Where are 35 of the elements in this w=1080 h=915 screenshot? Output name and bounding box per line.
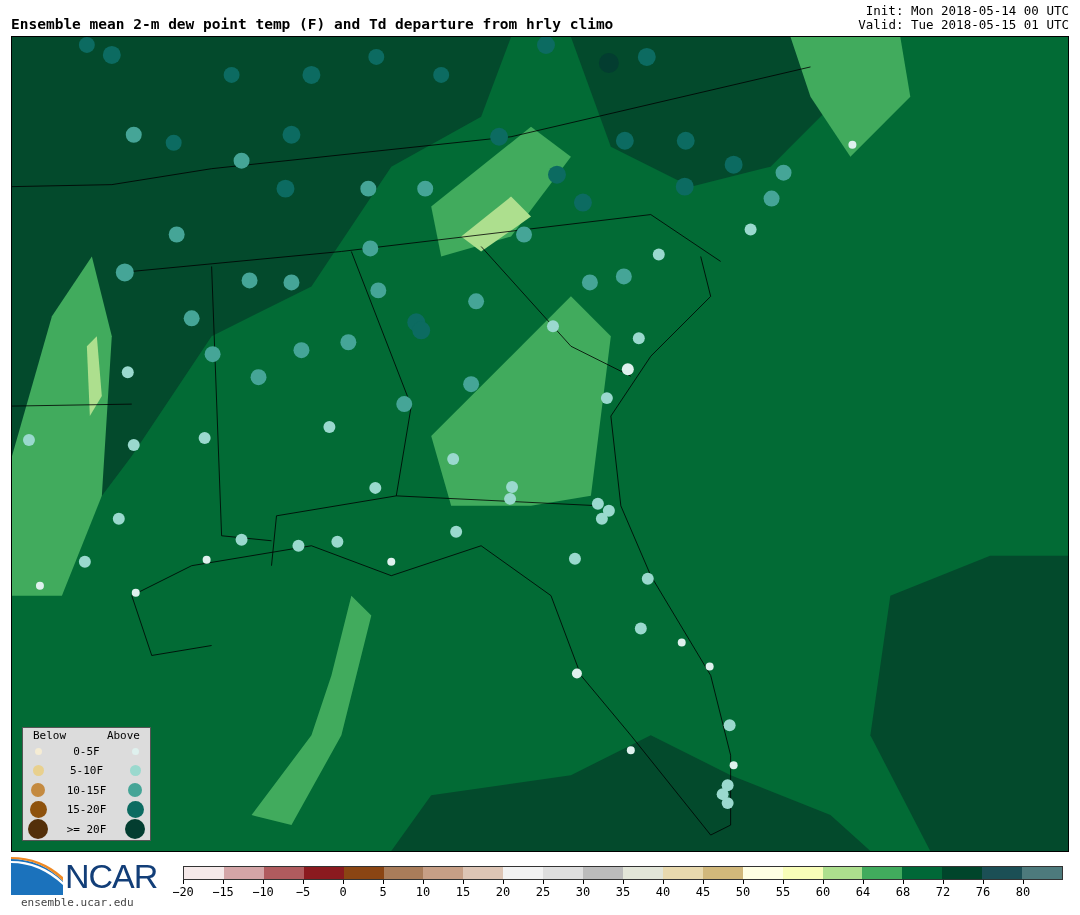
legend-label: 15-20F	[65, 802, 108, 816]
legend-label: 0-5F	[72, 745, 101, 759]
swoosh-logo-icon	[11, 857, 63, 895]
legend-label: 5-10F	[68, 764, 105, 778]
legend-heading: Below	[33, 729, 67, 742]
scale-tick-label: 50	[735, 885, 751, 899]
legend-label: 10-15F	[65, 783, 108, 797]
scale-tick-label: 55	[775, 885, 791, 899]
scale-tick-label: 0	[339, 885, 347, 899]
scale-tick-label: 72	[935, 885, 951, 899]
scale-tick-label: −15	[212, 885, 234, 899]
scale-tick-label: 60	[815, 885, 831, 899]
scale-tick-label: −20	[172, 885, 194, 899]
scale-tick-label: 15	[455, 885, 471, 899]
init-time: Init: Mon 2018-05-14 00 UTC	[865, 4, 1069, 18]
scale-tick-label: 64	[855, 885, 871, 899]
logo-wordmark: NCAR	[65, 856, 158, 896]
site-url: ensemble.ucar.edu	[20, 896, 135, 909]
chart-title: Ensemble mean 2-m dew point temp (F) and Td departure from hrly climo	[11, 16, 614, 32]
scale-tick-label: 76	[975, 885, 991, 899]
scale-tick-label: 40	[655, 885, 671, 899]
scale-tick-label: 68	[895, 885, 911, 899]
scale-tick-label: 10	[415, 885, 431, 899]
scale-tick-label: 5	[379, 885, 387, 899]
scale-tick-label: 25	[535, 885, 551, 899]
scale-tick-label: 30	[575, 885, 591, 899]
scale-tick-label: 35	[615, 885, 631, 899]
legend-label: >= 20F	[65, 822, 108, 836]
scale-tick-label: 80	[1015, 885, 1031, 899]
scale-tick-label: −10	[252, 885, 274, 899]
scale-tick-label: 45	[695, 885, 711, 899]
valid-time: Valid: Tue 2018-05-15 01 UTC	[858, 18, 1069, 32]
scale-tick-label: −5	[295, 885, 311, 899]
scale-tick-label: 20	[495, 885, 511, 899]
legend-heading: Above	[106, 729, 140, 742]
